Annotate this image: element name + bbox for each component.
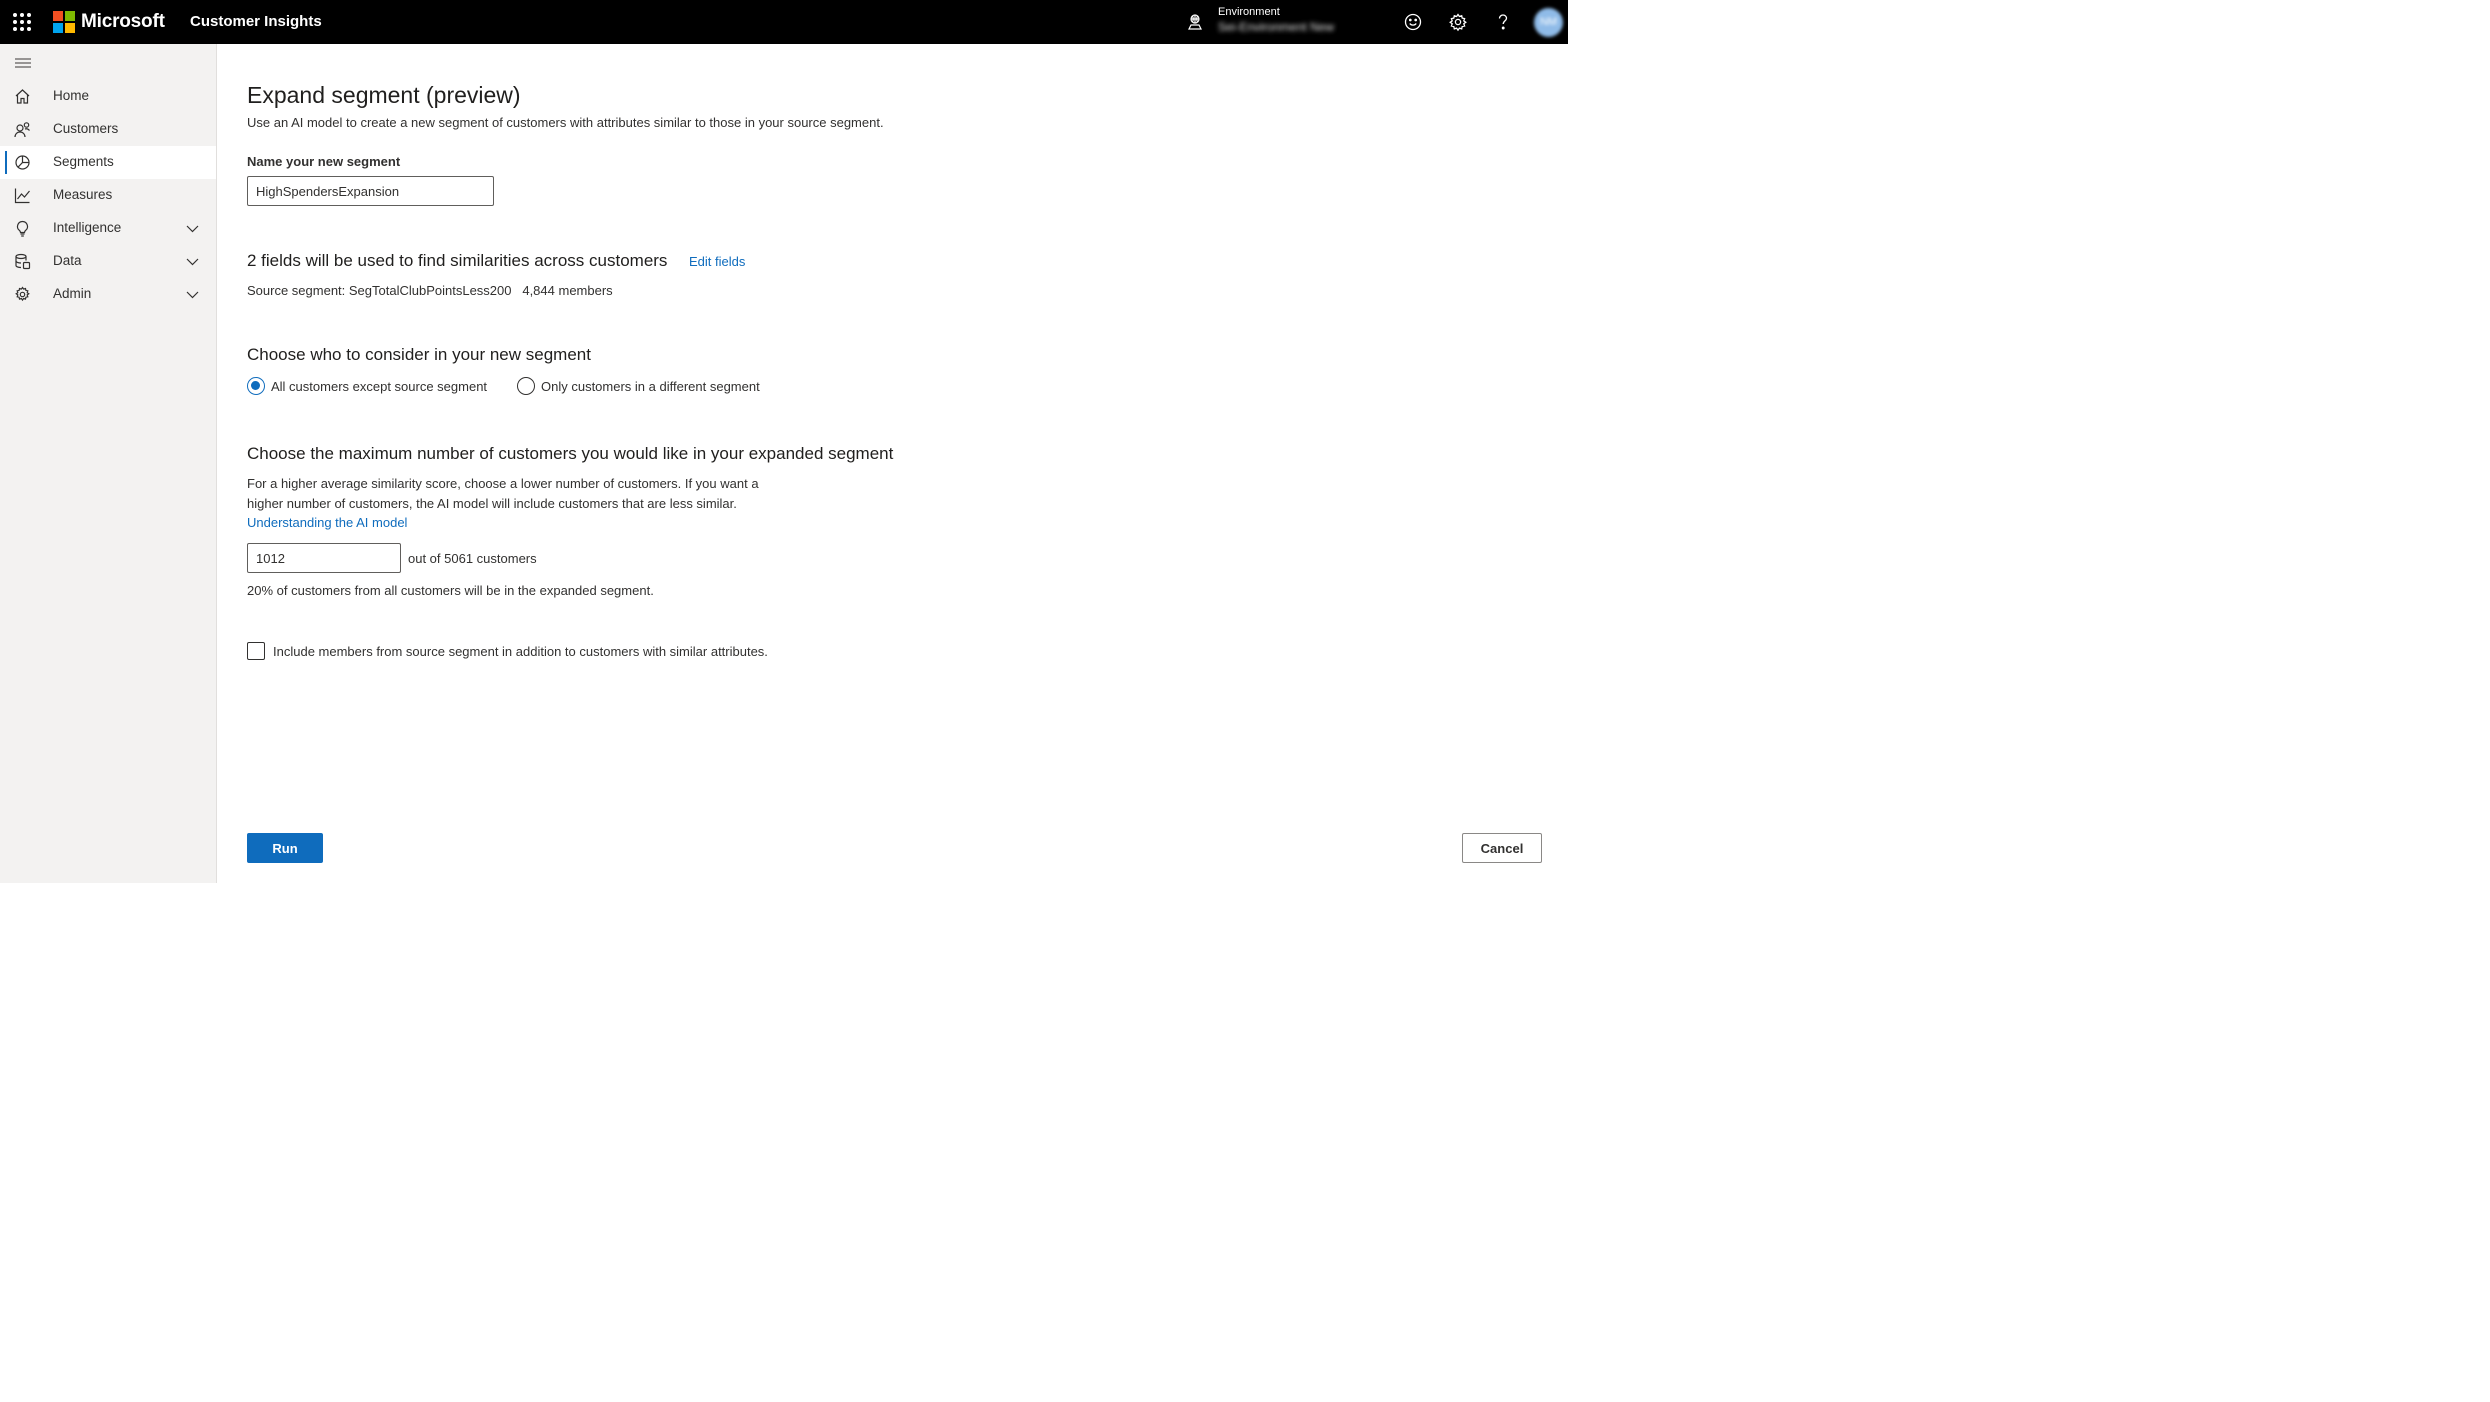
top-bar: Microsoft Customer Insights Environment … [0,0,1568,44]
run-button[interactable]: Run [247,833,323,863]
sidebar-item-data[interactable]: Data [0,245,216,278]
sidebar: Home Customers Segments Measures Intelli… [0,44,217,883]
admin-gear-icon [15,286,30,302]
source-segment-info: Source segment: SegTotalClubPointsLess20… [247,283,613,298]
radio-all-customers[interactable]: All customers except source segment [247,377,497,397]
sidebar-item-segments[interactable]: Segments [0,146,216,179]
feedback-smiley-icon[interactable] [1402,11,1424,33]
settings-gear-icon[interactable] [1447,11,1469,33]
include-members-checkbox[interactable] [247,642,265,660]
understanding-ai-model-link[interactable]: Understanding the AI model [247,515,407,530]
sidebar-item-admin[interactable]: Admin [0,278,216,311]
main-content: Expand segment (preview) Use an AI model… [217,44,1568,883]
sidebar-item-label: Home [53,88,90,103]
radio-button-unselected[interactable] [517,377,535,395]
sidebar-item-customers[interactable]: Customers [0,113,216,146]
radio-all-customers-label[interactable]: All customers except source segment [271,379,487,394]
sidebar-item-label: Admin [53,286,92,301]
environment-label[interactable]: Environment [1218,6,1280,18]
avatar[interactable]: NM [1534,8,1563,37]
radio-only-different-segment-label[interactable]: Only customers in a different segment [541,379,760,394]
sidebar-item-label: Measures [53,187,113,202]
sidebar-item-home[interactable]: Home [0,80,216,113]
radio-button-selected[interactable] [247,377,265,395]
source-segment-members: 4,844 members [522,283,613,298]
home-icon [15,89,30,104]
brand-name[interactable]: Microsoft [81,11,165,33]
hamburger-menu-icon[interactable] [15,58,31,68]
segments-icon [15,155,30,170]
segment-name-input[interactable] [247,176,494,206]
waffle-icon[interactable] [13,13,31,31]
chevron-down-icon[interactable] [186,288,199,301]
environment-icon[interactable] [1186,13,1204,31]
radio-only-different-segment[interactable]: Only customers in a different segment [517,377,777,397]
sidebar-item-measures[interactable]: Measures [0,179,216,212]
app-name[interactable]: Customer Insights [190,13,322,30]
sidebar-item-label: Intelligence [53,220,122,235]
edit-fields-link[interactable]: Edit fields [689,254,745,269]
include-members-label[interactable]: Include members from source segment in a… [273,644,768,659]
microsoft-logo-icon [53,11,75,33]
page-subtitle: Use an AI model to create a new segment … [247,115,884,130]
max-customers-description-text: For a higher average similarity score, c… [247,476,759,511]
segment-name-label: Name your new segment [247,154,401,169]
sidebar-item-label: Data [53,253,82,268]
max-customers-description: For a higher average similarity score, c… [247,474,767,533]
sidebar-item-label: Segments [53,154,114,169]
measures-icon [14,188,30,204]
customers-icon [14,122,30,138]
lightbulb-icon [16,220,29,237]
chevron-down-icon[interactable] [186,255,199,268]
percent-info-text: 20% of customers from all customers will… [247,583,654,598]
help-question-icon[interactable] [1492,11,1514,33]
max-customers-input[interactable] [247,543,401,573]
consider-heading: Choose who to consider in your new segme… [247,345,591,364]
max-customers-heading: Choose the maximum number of customers y… [247,444,894,463]
sidebar-item-label: Customers [53,121,119,136]
page-title: Expand segment (preview) [247,82,521,108]
cancel-button[interactable]: Cancel [1462,833,1542,863]
environment-value[interactable]: Sei-Environment New [1218,20,1334,34]
chevron-down-icon[interactable] [186,222,199,235]
source-segment-name: Source segment: SegTotalClubPointsLess20… [247,283,512,298]
sidebar-item-intelligence[interactable]: Intelligence [0,212,216,245]
fields-heading: 2 fields will be used to find similariti… [247,251,668,270]
data-icon [15,253,31,270]
out-of-customers-text: out of 5061 customers [408,551,537,566]
